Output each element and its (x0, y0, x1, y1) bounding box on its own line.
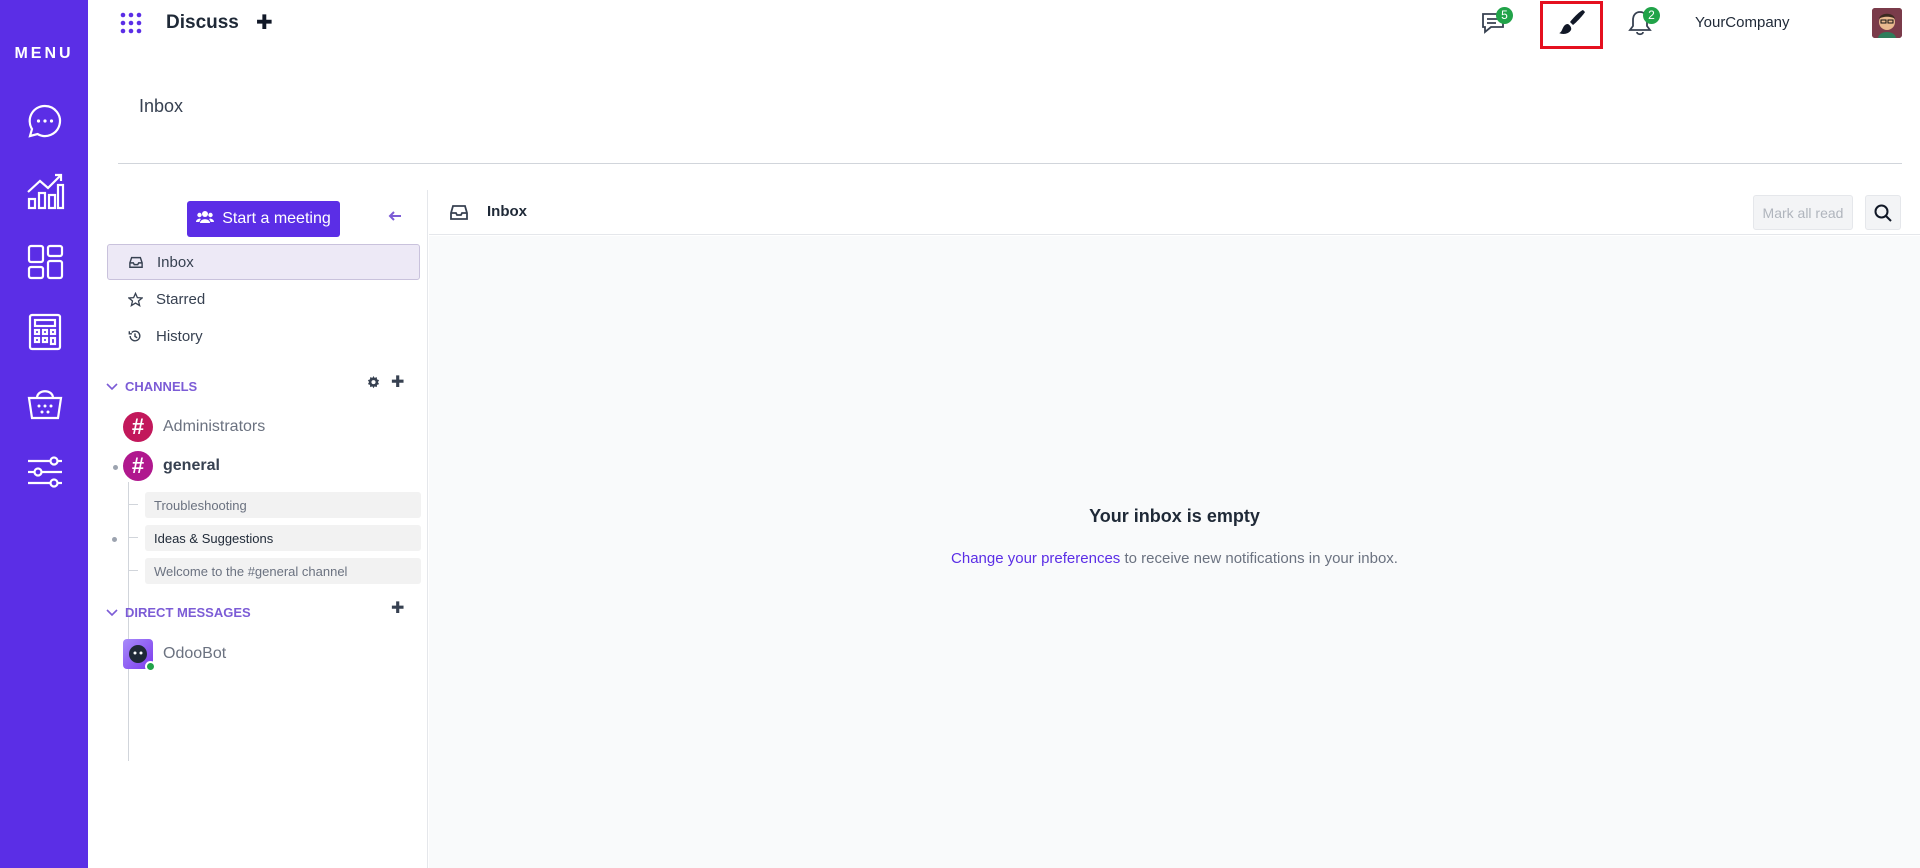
online-status-icon (145, 661, 156, 672)
channel-administrators[interactable]: # Administrators (123, 412, 265, 442)
start-meeting-label: Start a meeting (222, 210, 331, 227)
app-title[interactable]: Discuss (166, 12, 239, 34)
brush-icon[interactable] (1557, 7, 1587, 37)
star-icon (126, 290, 144, 308)
channels-section-header[interactable]: CHANNELS ✚ (105, 374, 415, 396)
empty-inbox-title: Your inbox is empty (1089, 506, 1260, 526)
change-preferences-link[interactable]: Change your preferences (951, 550, 1120, 567)
breadcrumb: Inbox (139, 96, 184, 116)
collapse-sidebar-icon[interactable] (387, 208, 403, 224)
thread-item[interactable]: Welcome to the #general channel (145, 558, 421, 584)
inbox-icon (127, 253, 145, 271)
nav-history-label: History (156, 327, 203, 345)
notifications-bell-icon[interactable]: 2 (1625, 7, 1660, 38)
messages-icon[interactable]: 5 (1479, 7, 1513, 38)
add-channel-button[interactable]: ✚ (391, 372, 404, 392)
nav-starred[interactable]: Starred (107, 281, 420, 317)
apps-grid-icon[interactable] (24, 241, 66, 283)
new-button[interactable]: ✚ (256, 10, 273, 35)
menu-label: MENU (14, 45, 74, 62)
thread-title: Inbox (487, 203, 527, 220)
channel-hash-icon: # (123, 412, 153, 442)
empty-inbox-text: Change your preferences to receive new n… (429, 550, 1920, 567)
nav-inbox-label: Inbox (157, 253, 194, 271)
sliders-icon[interactable] (24, 451, 66, 493)
inbox-icon (450, 203, 468, 221)
thread-item[interactable]: Troubleshooting (145, 492, 421, 518)
chart-icon[interactable] (24, 170, 66, 212)
apps-menu-icon[interactable] (120, 12, 142, 34)
search-button[interactable] (1865, 195, 1901, 230)
main-menu-rail: MENU (0, 0, 88, 868)
history-icon (126, 327, 144, 345)
basket-icon[interactable] (24, 381, 66, 423)
dm-odoobot[interactable]: OdooBot (123, 639, 227, 672)
thread-header: Inbox Mark all read (429, 190, 1920, 235)
odoobot-avatar (123, 639, 156, 672)
discuss-sidebar: Start a meeting Inbox Starred History CH… (88, 190, 428, 868)
unread-dot (112, 537, 117, 542)
user-avatar[interactable] (1872, 8, 1902, 38)
chevron-down-icon (105, 605, 119, 619)
thread-branch (128, 504, 138, 505)
search-icon (1874, 204, 1892, 222)
channels-title: CHANNELS (125, 378, 198, 394)
direct-messages-section-header[interactable]: DIRECT MESSAGES ✚ (105, 600, 415, 622)
messages-badge: 5 (1496, 7, 1513, 24)
add-dm-button[interactable]: ✚ (391, 598, 404, 618)
control-panel: Inbox (118, 48, 1902, 164)
company-switcher[interactable]: YourCompany (1695, 14, 1790, 31)
mark-all-read-button[interactable]: Mark all read (1753, 195, 1853, 230)
thread-body: Your inbox is empty Change your preferen… (429, 236, 1920, 868)
channel-name: general (163, 457, 220, 474)
channel-settings-icon[interactable] (367, 376, 380, 394)
nav-history[interactable]: History (107, 318, 420, 354)
nav-starred-label: Starred (156, 290, 206, 308)
chevron-down-icon (105, 379, 119, 393)
top-bar: Discuss ✚ 5 2 YourCompany (88, 0, 1920, 49)
start-meeting-button[interactable]: Start a meeting (187, 201, 340, 237)
unread-dot (113, 465, 118, 470)
calculator-icon[interactable] (24, 311, 66, 353)
thread-view: Inbox Mark all read Your inbox is empty … (429, 190, 1920, 868)
channel-name: Administrators (163, 418, 266, 435)
thread-branch (128, 537, 138, 538)
channel-general[interactable]: # general (123, 451, 220, 481)
chat-icon[interactable] (24, 100, 66, 142)
thread-item[interactable]: Ideas & Suggestions (145, 525, 421, 551)
dm-name: OdooBot (163, 645, 227, 662)
notifications-badge: 2 (1643, 7, 1660, 24)
users-icon (196, 210, 215, 229)
dm-title: DIRECT MESSAGES (125, 604, 251, 620)
empty-inbox-rest: to receive new notifications in your inb… (1120, 550, 1398, 567)
thread-branch (128, 570, 138, 571)
channel-hash-icon: # (123, 451, 153, 481)
nav-inbox[interactable]: Inbox (107, 244, 420, 280)
